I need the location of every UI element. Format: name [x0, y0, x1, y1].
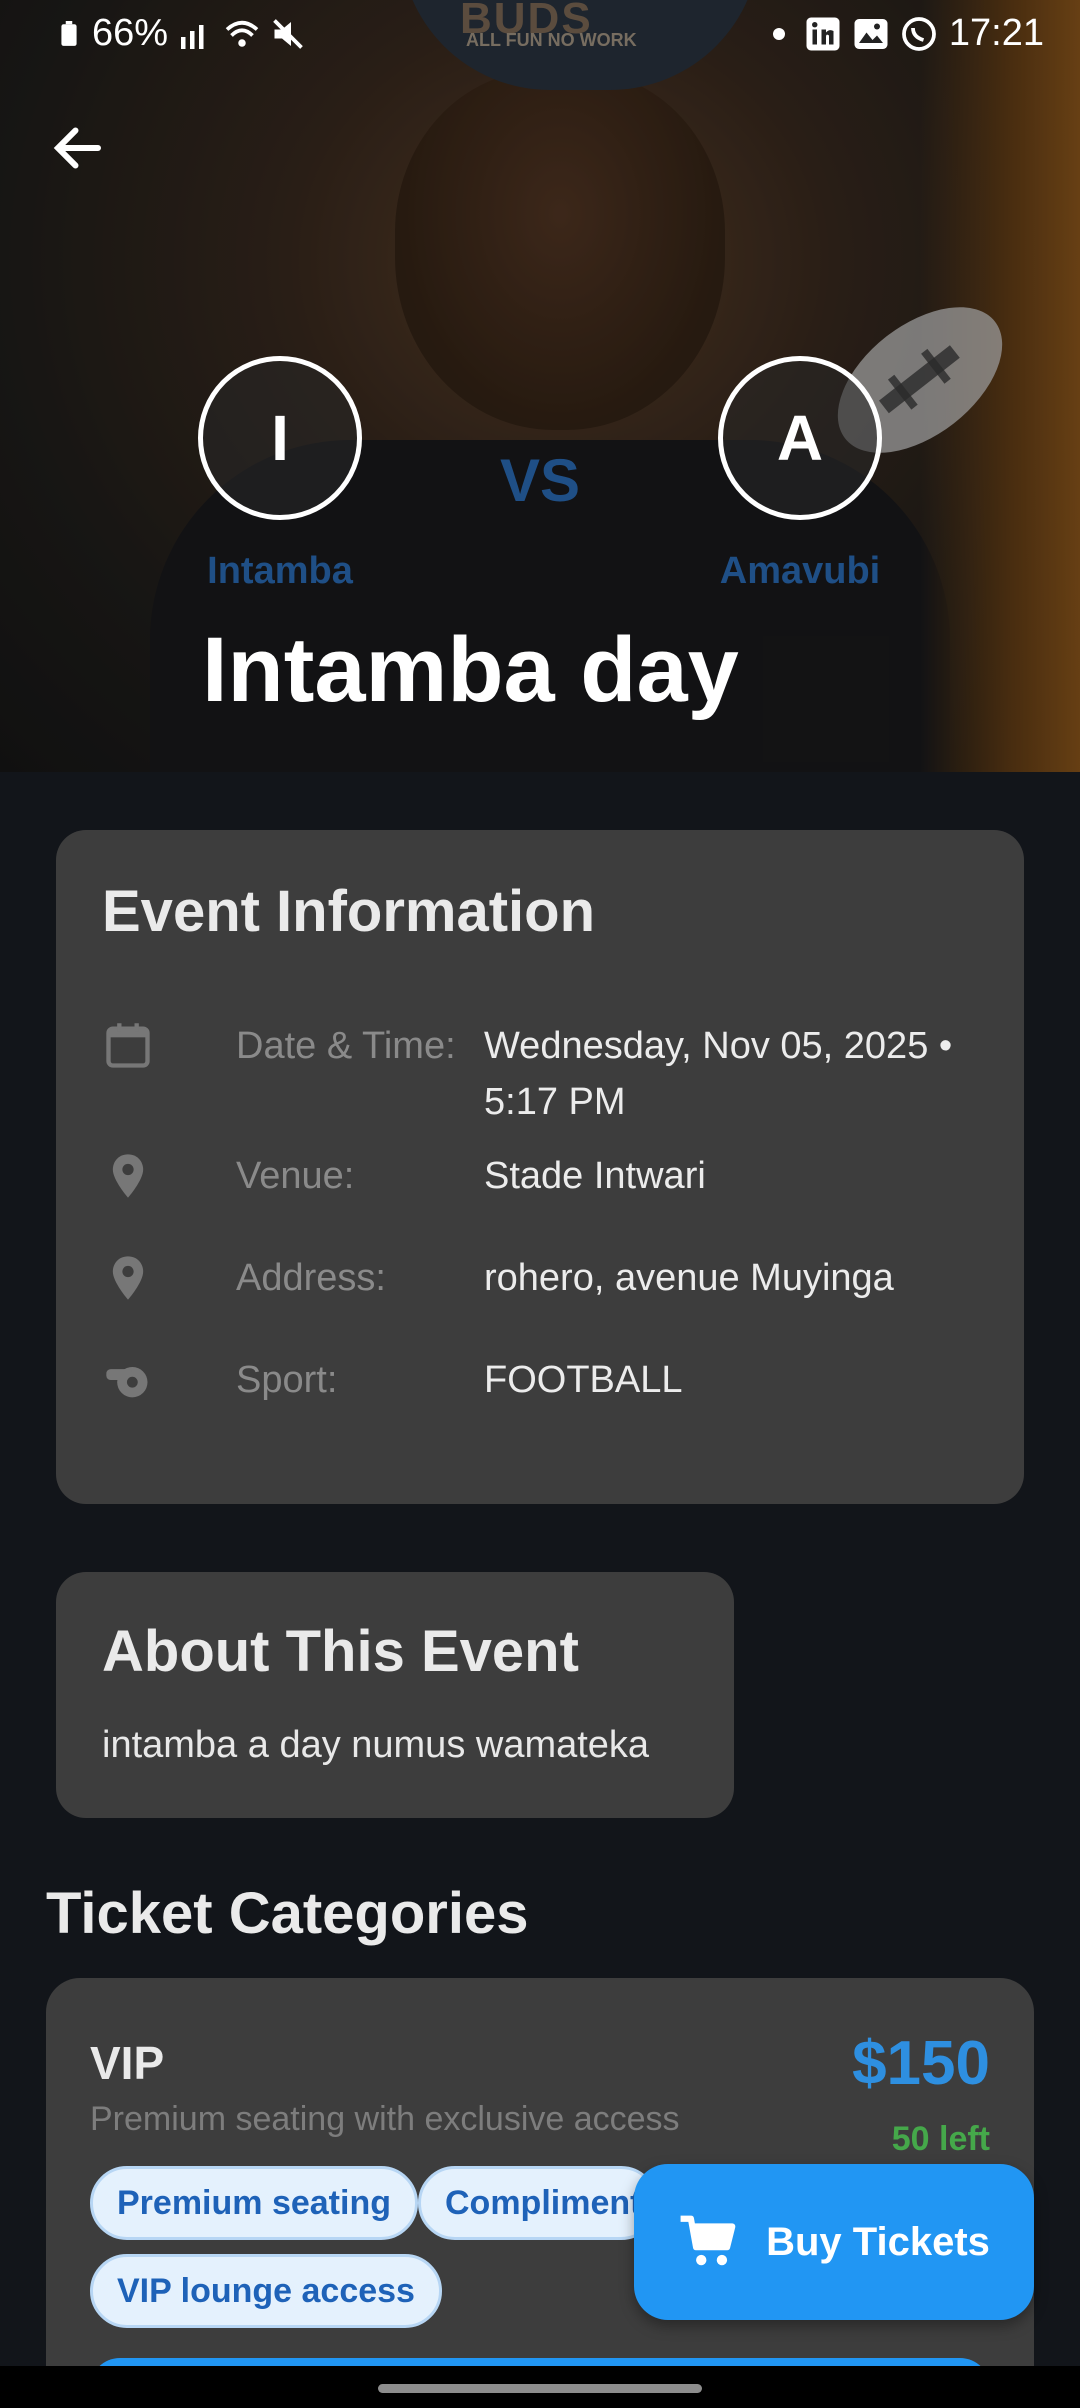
ticket-description: Premium seating with exclusive access [90, 2100, 680, 2138]
status-bar: 66% 17:21 [0, 0, 1080, 70]
calendar-icon [106, 1023, 150, 1068]
perk-chip: VIP lounge access [90, 2254, 442, 2328]
info-label: Venue: [236, 1155, 355, 1197]
home-team-avatar: I [198, 356, 362, 520]
perk-chip: Complimentary [418, 2166, 658, 2240]
info-label: Date & Time: [236, 1025, 456, 1067]
info-value: Stade Intwari [484, 1155, 706, 1197]
event-title: Intamba day [202, 619, 739, 721]
home-team-name: Intamba [207, 550, 353, 592]
gallery-icon [854, 18, 888, 49]
ticket-price: $150 [852, 2029, 990, 2098]
info-row-date: Date & Time: Wednesday, Nov 05, 2025 • 5… [102, 1016, 982, 1123]
battery-icon [61, 20, 77, 46]
info-value: Wednesday, Nov 05, 2025 • 5:17 PM [484, 1025, 953, 1123]
event-info-title: Event Information [102, 879, 596, 944]
home-team: I Intamba [180, 356, 380, 593]
info-row-venue: Venue: Stade Intwari [102, 1146, 982, 1246]
about-event-title: About This Event [102, 1619, 579, 1684]
cart-icon [680, 2215, 736, 2266]
info-row-address: Address: rohero, avenue Muyinga [102, 1248, 982, 1348]
away-team-avatar: A [718, 356, 882, 520]
signal-icon [181, 24, 204, 49]
event-info-card: Event Information Date & Time: Wednesday… [56, 830, 1024, 1504]
ticket-categories-title: Ticket Categories [46, 1881, 529, 1946]
about-event-card: About This Event intamba a day numus wam… [56, 1572, 734, 1818]
buy-tickets-button[interactable]: Buy Tickets [634, 2164, 1034, 2320]
home-gesture-handle[interactable] [378, 2384, 702, 2393]
whistle-icon [106, 1367, 148, 1398]
buy-tickets-label: Buy Tickets [766, 2219, 990, 2264]
battery-percent: 66% [92, 12, 169, 54]
info-value: rohero, avenue Muyinga [484, 1257, 894, 1299]
linkedin-icon [806, 17, 840, 50]
tickets-remaining: 50 left [891, 2120, 990, 2158]
about-event-text: intamba a day numus wamateka [102, 1724, 650, 1766]
info-label: Sport: [236, 1359, 338, 1401]
location-pin-icon [112, 1256, 144, 1300]
away-team-name: Amavubi [719, 550, 881, 592]
location-pin-icon [112, 1154, 144, 1198]
mute-icon [273, 18, 303, 49]
perk-chip: Premium seating [90, 2166, 418, 2240]
clock-time: 17:21 [948, 12, 1044, 54]
ticket-name: VIP [90, 2037, 165, 2089]
versus-label: VS [500, 447, 581, 514]
info-value: FOOTBALL [484, 1359, 683, 1401]
notification-dot [772, 27, 785, 40]
wifi-icon [225, 20, 259, 47]
info-label: Address: [236, 1257, 386, 1299]
back-arrow-icon[interactable] [48, 118, 108, 178]
whatsapp-icon [902, 16, 936, 51]
away-team: A Amavubi [700, 356, 900, 593]
info-row-sport: Sport: FOOTBALL [102, 1350, 982, 1450]
